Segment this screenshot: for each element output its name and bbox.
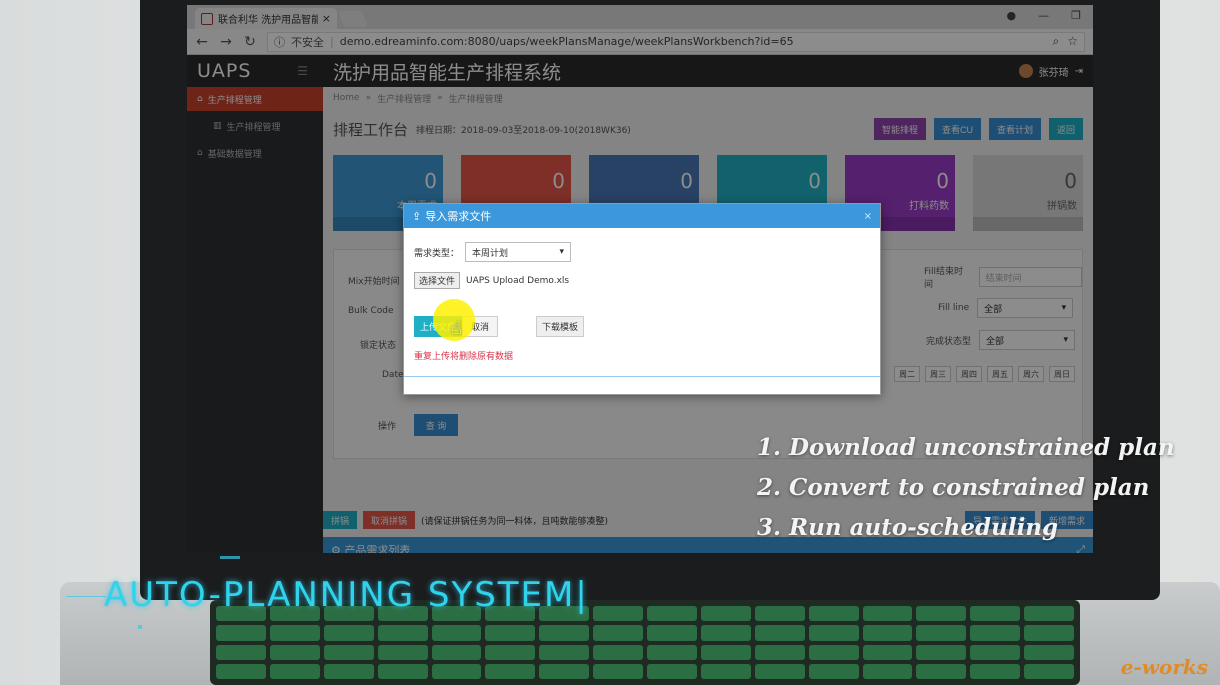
keyboard-key: [377, 644, 428, 660]
download-template-button[interactable]: 下载模板: [536, 316, 584, 337]
keyboard-key: [539, 625, 590, 641]
keyboard-key: [754, 644, 805, 660]
keyboard-key: [808, 663, 859, 679]
demand-type-row: 需求类型： 本周计划 ▾: [414, 242, 572, 262]
keyboard-key: [970, 625, 1021, 641]
keyboard-key: [970, 663, 1021, 679]
keyboard-key: [431, 625, 482, 641]
keyboard-key: [593, 663, 643, 679]
keyboard-key: [1024, 625, 1074, 641]
keyboard-key: [323, 644, 374, 660]
keyboard-key: [269, 625, 320, 641]
steps-caption: 1. Download unconstrained plan 2. Conver…: [757, 428, 1175, 548]
import-demand-modal: ⇪ 导入需求文件 × 需求类型： 本周计划 ▾ 选择文件 UAPS Upload…: [403, 203, 881, 395]
keyboard-key: [916, 663, 967, 679]
keyboard-key: [539, 644, 590, 660]
keyboard-key: [485, 644, 536, 660]
keyboard-key: [539, 663, 590, 679]
keyboard-key: [377, 663, 428, 679]
keyboard-key: [431, 644, 482, 660]
demand-type-value: 本周计划: [472, 248, 509, 259]
keyboard-key: [916, 644, 967, 660]
close-icon[interactable]: ×: [864, 211, 872, 222]
keyboard-key: [1024, 663, 1074, 679]
keyboard-key: [862, 644, 913, 660]
keyboard-key: [593, 644, 643, 660]
keyboard-key: [700, 606, 751, 622]
keyboard-key: [970, 606, 1021, 622]
keyboard-key: [916, 606, 967, 622]
choose-file-button[interactable]: 选择文件: [414, 272, 461, 289]
keyboard-key: [916, 625, 967, 641]
keyboard-key: [269, 663, 320, 679]
demand-type-label: 需求类型：: [414, 248, 460, 259]
step-3: 3. Run auto-scheduling: [757, 514, 1059, 541]
demand-type-select[interactable]: 本周计划 ▾: [465, 242, 572, 262]
hud-line: [66, 596, 106, 597]
pointer-cursor-icon: ☝: [451, 318, 462, 339]
file-name: UAPS Upload Demo.xls: [466, 275, 570, 286]
keyboard-key: [647, 663, 697, 679]
modal-header: ⇪ 导入需求文件 ×: [404, 204, 880, 228]
hud-dot: [138, 625, 142, 629]
auto-planning-title: AUTO-PLANNING SYSTEM|: [104, 575, 589, 615]
keyboard-key: [216, 644, 266, 660]
keyboard-key: [808, 625, 859, 641]
keyboard-key: [593, 625, 643, 641]
keyboard-key: [700, 644, 751, 660]
keyboard-key: [808, 644, 859, 660]
modal-footer: [404, 376, 880, 394]
chevron-down-icon: ▾: [559, 247, 565, 257]
step-1: 1. Download unconstrained plan: [757, 434, 1175, 461]
keyboard-key: [700, 625, 751, 641]
step-2: 2. Convert to constrained plan: [757, 474, 1150, 501]
keyboard-key: [862, 625, 913, 641]
keyboard-key: [1024, 606, 1074, 622]
keyboard-key: [377, 625, 428, 641]
keyboard-key: [970, 644, 1021, 660]
upload-icon: ⇪: [412, 209, 422, 223]
keyboard-key: [754, 663, 805, 679]
keyboard-key: [700, 663, 751, 679]
keyboard-key: [593, 606, 643, 622]
keyboard-key: [485, 663, 536, 679]
keyboard-key: [1024, 644, 1074, 660]
keyboard-key: [323, 663, 374, 679]
keyboard-key: [862, 663, 913, 679]
keyboard-key: [754, 625, 805, 641]
keyboard-key: [485, 625, 536, 641]
eworks-logo: e-works: [1120, 655, 1208, 679]
keyboard-key: [269, 644, 320, 660]
keyboard-key: [647, 644, 697, 660]
file-row: 选择文件 UAPS Upload Demo.xls: [414, 272, 569, 289]
keyboard-key: [216, 625, 266, 641]
modal-title: 导入需求文件: [425, 210, 492, 223]
keyboard-key: [431, 663, 482, 679]
keyboard-key: [862, 606, 913, 622]
keyboard-key: [808, 606, 859, 622]
overwrite-warning: 重复上传将删除原有数据: [414, 352, 514, 362]
keyboard-key: [647, 606, 697, 622]
keyboard-key: [647, 625, 697, 641]
hud-line: [220, 556, 240, 559]
keyboard-key: [323, 625, 374, 641]
keyboard-key: [754, 606, 805, 622]
keyboard-key: [216, 663, 266, 679]
